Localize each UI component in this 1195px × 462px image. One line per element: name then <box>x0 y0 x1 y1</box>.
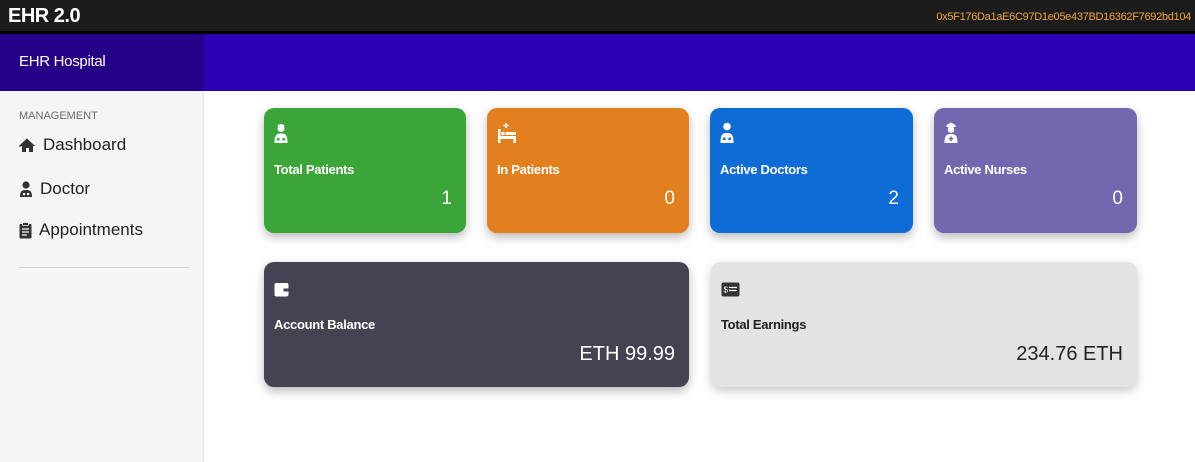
sidebar-section-label: MANAGEMENT <box>19 110 98 122</box>
sidebar-item-dashboard[interactable]: Dashboard <box>19 135 126 155</box>
summary-value: ETH 99.99 <box>579 343 675 365</box>
wallet-icon <box>274 283 289 297</box>
stat-label: Active Nurses <box>944 162 1027 177</box>
summary-value: 234.76 ETH <box>1016 343 1123 365</box>
account-address: 0x5F176Da1aE6C97D1e05e437BD16362F7692bd1… <box>936 11 1191 23</box>
nurse-icon <box>944 122 958 143</box>
account-balance-card[interactable]: Account Balance ETH 99.99 <box>264 262 689 387</box>
sidebar-item-doctor[interactable]: Doctor <box>19 179 90 199</box>
hospital-bed-icon <box>498 123 516 143</box>
sidebar-item-label: Dashboard <box>43 135 127 154</box>
svg-text:$: $ <box>724 286 729 295</box>
doctor-icon <box>720 122 734 143</box>
in-patients-card[interactable]: In Patients 0 <box>487 108 689 233</box>
sidebar-item-label: Doctor <box>40 179 91 198</box>
stat-label: Total Patients <box>274 162 355 177</box>
stat-label: Active Doctors <box>720 162 808 177</box>
sidebar: MANAGEMENT Dashboard Doctor Appointments <box>0 91 204 462</box>
sidebar-item-appointments[interactable]: Appointments <box>19 220 143 240</box>
patient-icon <box>274 124 288 143</box>
stat-value: 2 <box>888 188 899 209</box>
sidebar-item-label: Appointments <box>39 220 143 239</box>
summary-label: Total Earnings <box>721 317 807 332</box>
app-title: EHR 2.0 <box>8 5 81 27</box>
summary-label: Account Balance <box>274 317 375 332</box>
header-nav: EHR Hospital <box>0 34 1195 91</box>
stat-value: 0 <box>664 188 675 209</box>
total-patients-card[interactable]: Total Patients 1 <box>264 108 466 233</box>
home-icon <box>19 137 35 152</box>
clipboard-icon <box>19 221 32 238</box>
total-earnings-card[interactable]: $ Total Earnings 234.76 ETH <box>711 262 1137 387</box>
active-doctors-card[interactable]: Active Doctors 2 <box>710 108 913 233</box>
stat-label: In Patients <box>497 162 560 177</box>
sidebar-divider <box>19 267 190 268</box>
top-bar: EHR 2.0 0x5F176Da1aE6C97D1e05e437BD16362… <box>0 0 1195 34</box>
stat-value: 1 <box>441 188 452 209</box>
doctor-icon <box>20 180 32 197</box>
money-bill-icon: $ <box>721 282 740 297</box>
hospital-name[interactable]: EHR Hospital <box>0 34 204 91</box>
active-nurses-card[interactable]: Active Nurses 0 <box>934 108 1137 233</box>
stat-value: 0 <box>1112 188 1123 209</box>
